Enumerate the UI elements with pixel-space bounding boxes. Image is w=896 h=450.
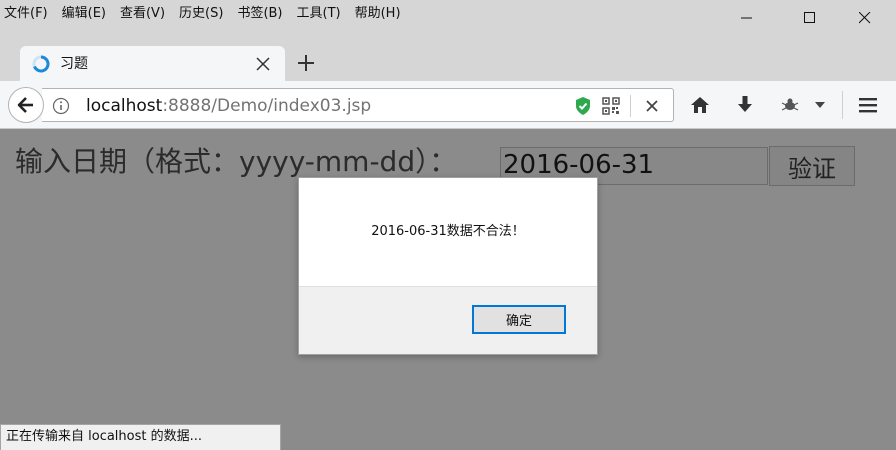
bug-icon bbox=[781, 98, 799, 111]
tab-strip: 习题 bbox=[0, 30, 896, 81]
new-tab-icon[interactable] bbox=[296, 53, 316, 73]
loading-icon bbox=[32, 55, 50, 73]
close-window-button[interactable] bbox=[842, 6, 888, 30]
stop-icon[interactable] bbox=[644, 98, 660, 114]
shield-icon[interactable] bbox=[574, 96, 592, 116]
dialog-message-area: 2016-06-31数据不合法！ bbox=[299, 178, 597, 286]
home-button[interactable] bbox=[688, 93, 712, 117]
minimize-button[interactable] bbox=[724, 6, 770, 30]
menu-bookmarks[interactable]: 书签(B) bbox=[237, 6, 282, 22]
extension-button[interactable] bbox=[778, 93, 802, 117]
info-icon[interactable] bbox=[52, 97, 70, 115]
menu-bar: 文件(F) 编辑(E) 查看(V) 历史(S) 书签(B) 工具(T) 帮助(H… bbox=[0, 0, 896, 30]
menu-help[interactable]: 帮助(H) bbox=[355, 6, 401, 22]
menu-edit[interactable]: 编辑(E) bbox=[62, 6, 106, 22]
dialog-footer: 确定 bbox=[299, 286, 597, 354]
url-path: :8888/Demo/index03.jsp bbox=[162, 96, 372, 116]
tab-title: 习题 bbox=[60, 56, 88, 72]
menu-file[interactable]: 文件(F) bbox=[4, 6, 48, 22]
status-bar: 正在传输来自 localhost 的数据... bbox=[0, 424, 281, 450]
url-text: localhost:8888/Demo/index03.jsp bbox=[86, 96, 371, 116]
back-arrow-icon bbox=[17, 97, 33, 113]
dialog-message: 2016-06-31数据不合法！ bbox=[371, 224, 525, 239]
home-icon bbox=[691, 97, 709, 113]
maximize-button[interactable] bbox=[787, 6, 833, 30]
back-button[interactable] bbox=[8, 87, 44, 123]
verify-button[interactable]: 验证 bbox=[769, 146, 855, 186]
url-divider bbox=[630, 95, 631, 117]
extension-dropdown[interactable] bbox=[812, 93, 828, 117]
menu-history[interactable]: 历史(S) bbox=[179, 6, 223, 22]
hamburger-menu-icon bbox=[859, 98, 877, 113]
qr-code-icon[interactable] bbox=[602, 97, 620, 115]
maximize-icon bbox=[804, 12, 815, 23]
navigation-bar: localhost:8888/Demo/index03.jsp bbox=[0, 81, 896, 129]
menu-tools[interactable]: 工具(T) bbox=[297, 6, 341, 22]
alert-dialog: 2016-06-31数据不合法！ 确定 bbox=[298, 177, 598, 355]
ok-button[interactable]: 确定 bbox=[472, 305, 566, 334]
toolbar-divider bbox=[842, 91, 843, 119]
menu-view[interactable]: 查看(V) bbox=[120, 6, 165, 22]
menu-items: 文件(F) 编辑(E) 查看(V) 历史(S) 书签(B) 工具(T) 帮助(H… bbox=[4, 6, 415, 22]
url-bar[interactable]: localhost:8888/Demo/index03.jsp bbox=[42, 88, 674, 122]
chevron-down-icon bbox=[815, 102, 825, 108]
close-window-icon bbox=[859, 12, 871, 24]
date-format-label: 输入日期（格式：yyyy-mm-dd）： bbox=[15, 145, 458, 178]
downloads-button[interactable] bbox=[733, 93, 757, 117]
tab-active[interactable]: 习题 bbox=[20, 46, 285, 81]
url-host: localhost bbox=[86, 96, 163, 116]
minimize-icon bbox=[741, 17, 752, 19]
close-tab-icon[interactable] bbox=[255, 56, 271, 72]
open-menu-button[interactable] bbox=[856, 93, 880, 117]
download-icon bbox=[738, 96, 752, 112]
